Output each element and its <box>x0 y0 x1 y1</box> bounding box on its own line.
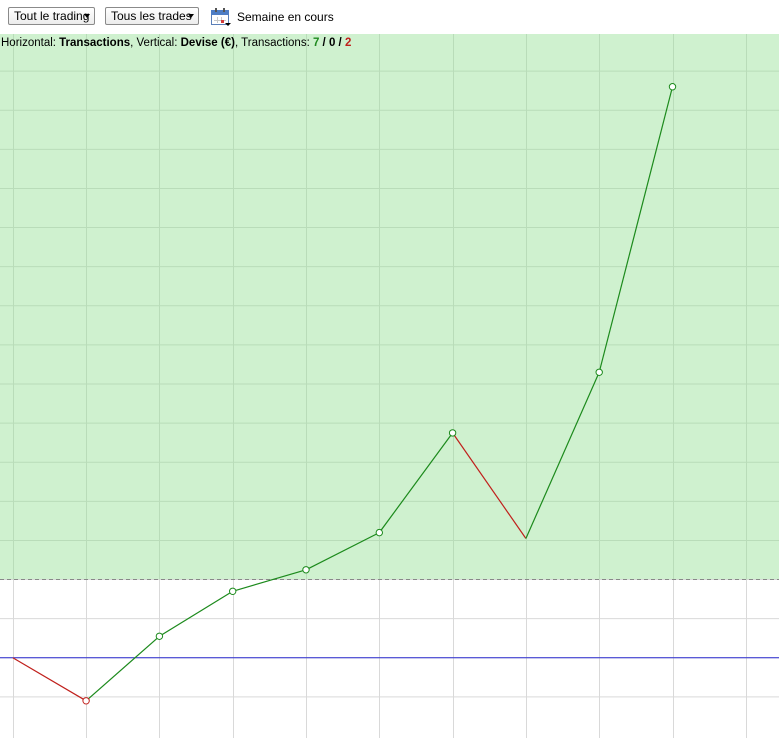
separator: / <box>319 37 329 49</box>
trade-point <box>595 368 603 376</box>
toolbar: Tout le trading Tous les trades Semaine … <box>0 0 779 34</box>
period-label: Semaine en cours <box>237 10 334 24</box>
calendar-icon[interactable] <box>211 8 231 26</box>
trade-point <box>155 632 164 640</box>
profit-zone <box>0 34 779 580</box>
trade-point <box>375 528 383 537</box>
account-filter-label: Tout le trading <box>14 9 90 23</box>
account-filter-dropdown[interactable]: Tout le trading <box>8 7 95 25</box>
trade-point <box>448 429 457 437</box>
period-selector[interactable]: Semaine en cours <box>211 6 334 28</box>
losses-count: 2 <box>344 37 352 49</box>
trade-point <box>668 83 677 91</box>
horizontal-value: Transactions <box>59 37 131 49</box>
trade-point <box>302 566 310 574</box>
vertical-value: Devise (€) <box>180 37 235 49</box>
equity-segment <box>12 657 87 702</box>
chevron-down-icon <box>188 14 194 18</box>
equity-segment <box>159 590 234 637</box>
chart-summary: Horizontal: Transactions, Vertical: Devi… <box>1 37 351 49</box>
transactions-label: Transactions: <box>241 37 313 49</box>
vertical-label: Vertical: <box>136 37 181 49</box>
trade-filter-label: Tous les trades <box>111 9 192 23</box>
separator: / <box>335 37 345 49</box>
chevron-down-icon <box>84 14 90 18</box>
equity-chart <box>0 34 779 738</box>
trade-filter-dropdown[interactable]: Tous les trades <box>105 7 199 25</box>
trade-point <box>82 697 90 705</box>
trade-point <box>229 587 237 595</box>
horizontal-label: Horizontal: <box>1 37 60 49</box>
equity-segment <box>85 635 160 702</box>
